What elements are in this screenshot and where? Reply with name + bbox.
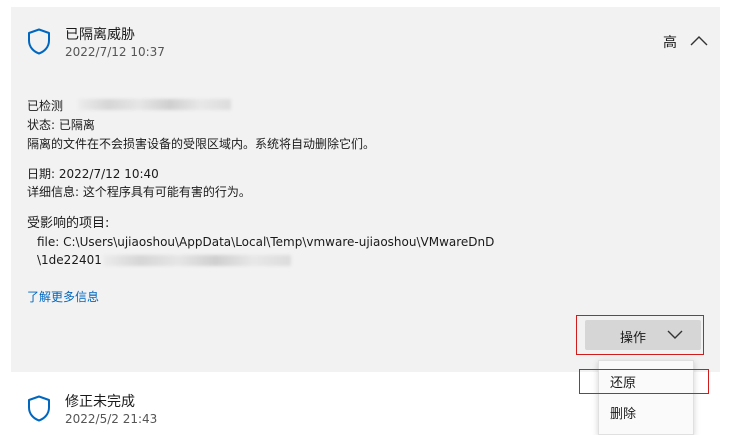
detected-label: 已检测 [27, 99, 64, 113]
action-button-highlight: 操作 [576, 315, 704, 355]
status-text: 状态: 已隔离 [27, 118, 95, 132]
description-text: 隔离的文件在不会损害设备的受限区域内。系统将自动删除它们。 [27, 137, 376, 151]
redacted-file-name [103, 255, 291, 266]
learn-more-link[interactable]: 了解更多信息 [27, 288, 99, 305]
restore-highlight-box [579, 369, 709, 394]
threat-date-2: 2022/5/2 21:43 [65, 412, 158, 426]
action-button[interactable]: 操作 [585, 320, 701, 350]
chevron-up-icon[interactable] [690, 35, 708, 46]
action-button-label: 操作 [620, 331, 647, 346]
threat-title: 已隔离威胁 [65, 27, 135, 43]
affected-file-path: file: C:\Users\ujiaoshou\AppData\Local\T… [37, 235, 495, 249]
redacted-threat-name [78, 99, 231, 110]
detail-date: 日期: 2022/7/12 10:40 [27, 167, 159, 181]
affected-items-heading: 受影响的项目: [27, 216, 110, 231]
affected-file-path-cont: \1de22401 [37, 253, 102, 267]
threat-title-2: 修正未完成 [65, 394, 135, 410]
threat-date: 2022/7/12 10:37 [65, 45, 165, 59]
shield-icon [28, 28, 50, 55]
shield-icon [28, 395, 50, 422]
chevron-down-icon [667, 330, 683, 339]
menu-item-delete[interactable]: 删除 [610, 403, 636, 422]
severity-label: 高 [663, 35, 677, 51]
detail-info: 详细信息: 这个程序具有可能有害的行为。 [27, 185, 251, 199]
